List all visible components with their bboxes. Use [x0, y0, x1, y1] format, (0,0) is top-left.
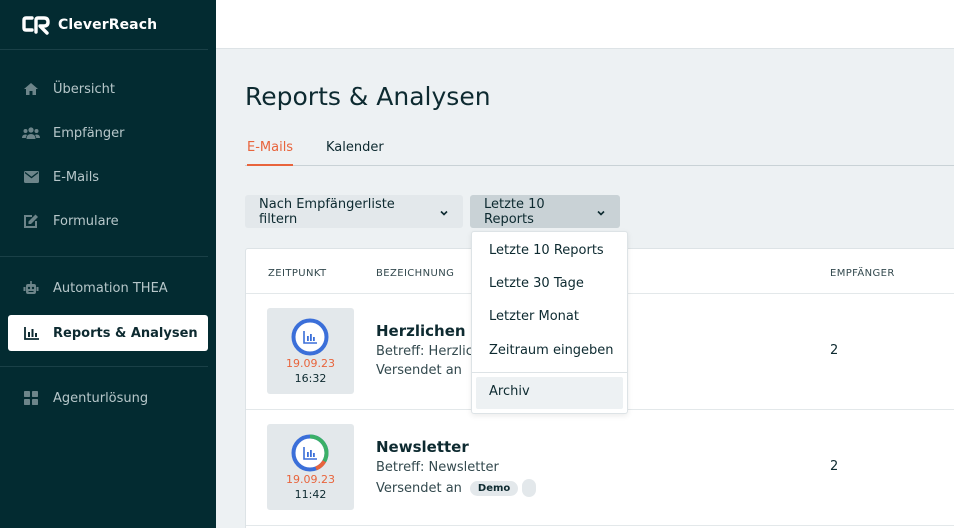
report-sent-to: Versendet an Demo [376, 479, 537, 497]
dropdown-option-archive[interactable]: Archiv [489, 384, 530, 399]
report-title[interactable]: Newsletter [376, 438, 469, 456]
page-title: Reports & Analysen [245, 82, 491, 111]
table-row-divider [246, 525, 954, 526]
report-time: 11:42 [294, 488, 327, 501]
report-chart-icon [291, 434, 329, 472]
tab-emails[interactable]: E-Mails [247, 140, 294, 166]
report-chart-icon [291, 318, 329, 356]
chart-icon [22, 324, 40, 342]
sidebar-divider [0, 49, 208, 50]
dropdown-option-last-30-days[interactable]: Letzte 30 Tage [489, 276, 584, 291]
tab-kalender[interactable]: Kalender [326, 140, 384, 166]
sidebar-item-formulare[interactable]: Formulare [8, 203, 208, 239]
sidebar-item-label: Agenturlösung [53, 390, 149, 406]
report-date: 19.09.23 [286, 357, 335, 370]
dropdown-option-last-month[interactable]: Letzter Monat [489, 309, 579, 324]
sent-to-label: Versendet an [376, 480, 462, 496]
brand-logo[interactable]: CleverReach [22, 14, 157, 36]
robot-icon [22, 279, 40, 297]
period-dropdown-menu: Letzte 10 Reports Letzte 30 Tage Letzter… [471, 231, 628, 414]
top-bar [216, 0, 954, 49]
sidebar-item-label: Formulare [53, 213, 119, 229]
edit-icon [22, 212, 40, 230]
report-recipient-count: 2 [830, 343, 839, 358]
sidebar-item-label: E-Mails [53, 169, 100, 185]
brand-name: CleverReach [58, 17, 158, 33]
list-tag-more [522, 479, 537, 497]
sidebar-item-label: Empfänger [53, 125, 125, 141]
report-date: 19.09.23 [286, 473, 335, 486]
sidebar-divider [0, 256, 208, 257]
report-sent-to: Versendet an [376, 363, 462, 378]
dropdown-option-custom-range[interactable]: Zeitraum eingeben [489, 343, 614, 358]
sidebar-item-label: Automation THEA [53, 280, 168, 296]
sidebar-item-automation-thea[interactable]: Automation THEA [8, 270, 208, 306]
list-tag: Demo [469, 480, 519, 496]
sidebar-item-agenturloesung[interactable]: Agenturlösung [8, 380, 208, 416]
sidebar-item-uebersicht[interactable]: Übersicht [8, 71, 208, 107]
home-icon [22, 80, 40, 98]
period-filter-button[interactable]: Letzte 10 Reports [470, 195, 620, 228]
sidebar-item-emails[interactable]: E-Mails [8, 159, 208, 195]
sidebar-item-label: Übersicht [53, 81, 115, 97]
column-header-empfaenger[interactable]: EMPFÄNGER [830, 268, 895, 279]
column-header-bezeichnung[interactable]: BEZEICHNUNG [376, 268, 454, 279]
column-header-zeitpunkt[interactable]: ZEITPUNKT [268, 268, 327, 279]
sidebar-divider [0, 366, 208, 367]
report-thumbnail[interactable]: 19.09.23 11:42 [267, 424, 354, 510]
sidebar-item-empfaenger[interactable]: Empfänger [8, 115, 208, 151]
sent-to-label: Versendet an [376, 363, 462, 378]
users-icon [22, 124, 40, 142]
report-time: 16:32 [294, 372, 327, 385]
sidebar-item-reports-analysen[interactable]: Reports & Analysen [8, 315, 208, 351]
filter-button-label: Letzte 10 Reports [484, 196, 545, 227]
envelope-icon [22, 168, 40, 186]
chevron-down-icon [596, 207, 606, 217]
chevron-down-icon [439, 207, 449, 217]
dropdown-divider [472, 372, 627, 373]
recipient-list-filter-button[interactable]: Nach Empfängerliste filtern [245, 195, 463, 228]
report-subject: Betreff: Newsletter [376, 460, 499, 475]
grid-icon [22, 389, 40, 407]
tab-bar: E-Mails Kalender [245, 138, 954, 166]
cleverreach-logo-icon [22, 15, 52, 35]
filter-button-label: Nach Empfängerliste filtern [259, 196, 395, 227]
sidebar-item-label: Reports & Analysen [53, 325, 198, 341]
report-recipient-count: 2 [830, 459, 839, 474]
report-thumbnail[interactable]: 19.09.23 16:32 [267, 308, 354, 394]
report-subject: Betreff: Herzlich [376, 344, 482, 359]
sidebar: CleverReach Übersicht Empfänger E-Mails … [0, 0, 216, 528]
dropdown-option-last-10-reports[interactable]: Letzte 10 Reports [489, 243, 604, 258]
